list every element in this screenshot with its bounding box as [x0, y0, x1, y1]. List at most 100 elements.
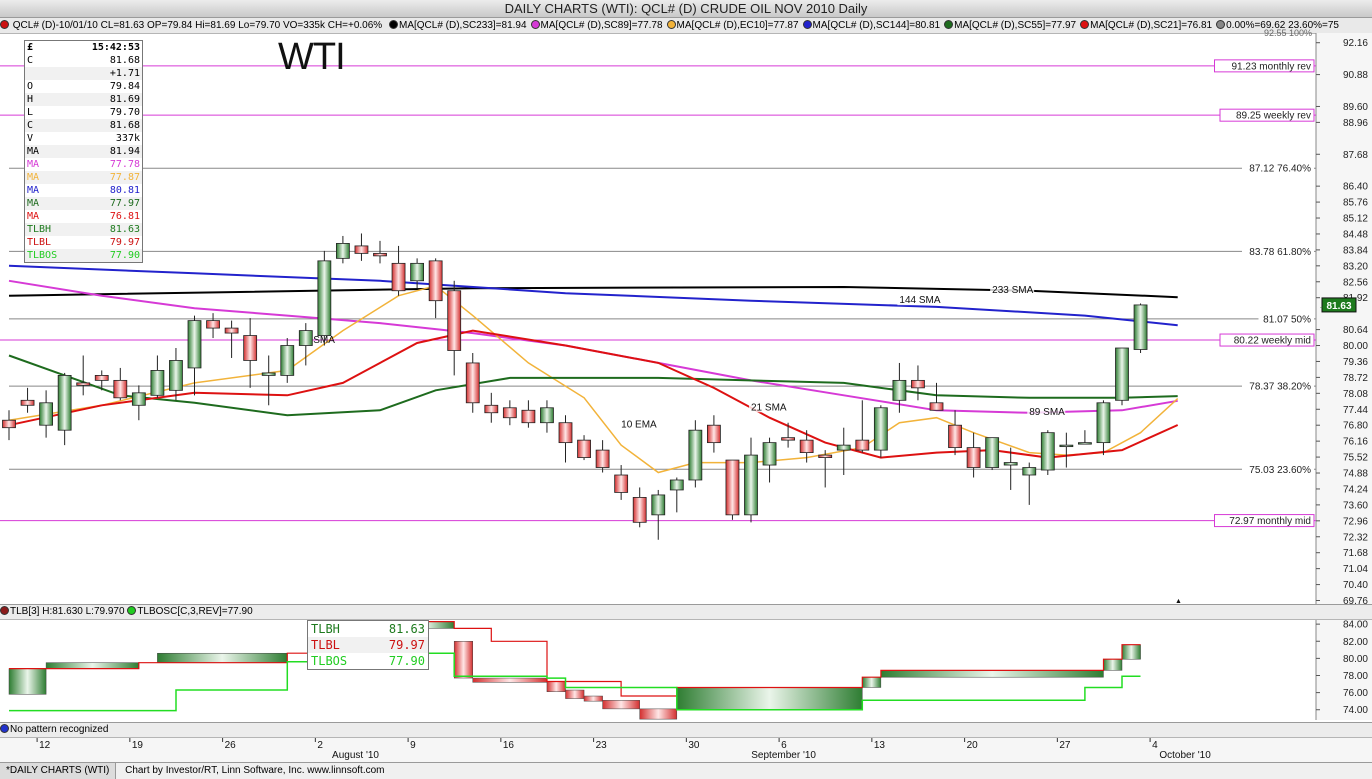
date-tick-label: 12 [39, 740, 51, 751]
tlb-brick-up [8, 668, 47, 695]
candle-down [502, 407, 517, 419]
tlb-box-value: 77.90 [388, 654, 425, 668]
price-tick-label: 73.60 [1343, 500, 1368, 511]
price-tick-label: 78.08 [1343, 389, 1368, 400]
candle-down [614, 474, 629, 493]
tlb-brick-down [472, 677, 548, 683]
candle-up [169, 360, 183, 391]
tlbosc-header-text: TLBOSC[C,3,REV]=77.90 [137, 606, 253, 617]
info-row: MA 76.81 [25, 210, 142, 223]
tlb-box-label: TLBOS [311, 654, 348, 668]
candle-up [744, 454, 758, 516]
ma-label: 21 SMA [751, 402, 787, 413]
date-tick-label: 23 [596, 740, 608, 751]
price-tick-label: 71.04 [1343, 564, 1368, 575]
candle-up [1096, 402, 1111, 444]
tlb-tick-label: 76.00 [1343, 688, 1368, 699]
info-label: MA [27, 185, 40, 196]
info-row: H 81.69 [25, 93, 142, 106]
candle-down [929, 402, 944, 411]
top-fib-label: 92.55 100% [1264, 28, 1312, 38]
price-tick-label: 76.80 [1343, 421, 1368, 432]
price-chart[interactable]: 92.55 100% 92.16 90.88 89.60 88.96 87.68 86.40… [0, 0, 1372, 778]
level-label: 78.37 38.20% [1249, 382, 1311, 393]
chart-tab[interactable]: *DAILY CHARTS (WTI) [0, 763, 117, 779]
price-tick-label: 79.36 [1343, 357, 1368, 368]
info-value: 81.68 [109, 120, 140, 131]
price-tick-label: 83.84 [1343, 245, 1368, 256]
candle-down [818, 454, 833, 458]
candle-up [892, 379, 907, 401]
date-tick-label: 30 [688, 740, 700, 751]
tlb-tick-label: 80.00 [1343, 654, 1368, 665]
tlb-box-value: 81.63 [388, 622, 425, 636]
price-tick-label: 70.40 [1343, 580, 1368, 591]
info-value: 81.63 [109, 224, 140, 235]
tlb-brick-up [676, 687, 863, 710]
info-time-row: £ 15:42:53 [25, 41, 142, 54]
candle-up [1040, 432, 1055, 471]
level-label: 91.23 monthly rev [1232, 61, 1312, 72]
date-tick-label: 9 [410, 740, 416, 751]
info-row: MA 81.94 [25, 145, 142, 158]
candle-up [1022, 467, 1037, 476]
price-tick-label: 78.72 [1343, 373, 1368, 384]
tlb-brick-up [862, 676, 882, 688]
candle-up [410, 262, 425, 282]
pattern-dot-icon [0, 724, 9, 733]
month-label: September '10 [751, 750, 816, 761]
ma-label: 10 EMA [621, 420, 657, 431]
candle-down [243, 335, 258, 361]
candle-up [57, 375, 72, 431]
info-time: 15:42:53 [91, 42, 140, 53]
candle-down [447, 290, 462, 351]
tlb-value-box: TLBH 81.63 TLBL 79.97 TLBOS 77.90 [307, 620, 429, 670]
candle-up [1115, 347, 1129, 401]
candle-down [428, 260, 443, 302]
candle-up [280, 345, 295, 376]
candle-down [484, 404, 499, 414]
candle-up [150, 370, 165, 396]
tlb-brick-up [157, 652, 288, 663]
tlb-brick-down [602, 700, 640, 710]
tlb-panel-header: TLB[3] H:81.630 L:79.970 TLBOSC[C,3,REV]… [0, 604, 1372, 620]
clock-icon: £ [27, 42, 34, 53]
candle-down [76, 382, 91, 386]
info-label: MA [27, 198, 40, 209]
tlb-header-text: TLB[3] H:81.630 L:79.970 [10, 606, 125, 617]
ma-label: 233 SMA [992, 285, 1033, 296]
info-value: 80.81 [109, 185, 140, 196]
candle-down [911, 379, 925, 389]
tlb-brick-down [453, 641, 474, 679]
data-info-panel: £ 15:42:53 C 81.68 +1.71 O 79.84 H 81.69 L 79.70… [24, 40, 143, 263]
arrow-icon: → [1318, 301, 1328, 312]
info-value: 79.70 [109, 107, 140, 118]
info-value: 81.94 [109, 146, 140, 157]
tlb-brick-up [1121, 644, 1141, 660]
info-value: 76.81 [109, 211, 140, 222]
level-label: 83.78 61.80% [1249, 247, 1311, 258]
candle-down [577, 439, 591, 458]
info-value: 77.78 [109, 159, 140, 170]
date-tick-label: 16 [503, 740, 515, 751]
price-tick-label: 90.88 [1343, 70, 1368, 81]
candle-up [762, 442, 777, 466]
tlb-box-row: TLBH 81.63 [308, 621, 428, 637]
info-label: H [27, 94, 34, 105]
info-label: L [27, 107, 34, 118]
pattern-text: No pattern recognized [10, 724, 109, 735]
info-label: TLBL [27, 237, 52, 248]
month-label: August '10 [332, 750, 379, 761]
price-tick-label: 80.00 [1343, 341, 1368, 352]
tlb-tick-label: 74.00 [1343, 705, 1368, 716]
tlb-brick-up [45, 662, 140, 669]
candle-up [1003, 462, 1018, 466]
candle-down [113, 379, 128, 399]
candle-down [781, 437, 795, 441]
candle-down [354, 245, 369, 254]
tlb-brick-up [880, 670, 1104, 678]
info-label: TLBOS [27, 250, 58, 261]
info-row: MA 77.97 [25, 197, 142, 210]
candle-up [39, 402, 53, 426]
price-tick-label: 76.16 [1343, 437, 1368, 448]
